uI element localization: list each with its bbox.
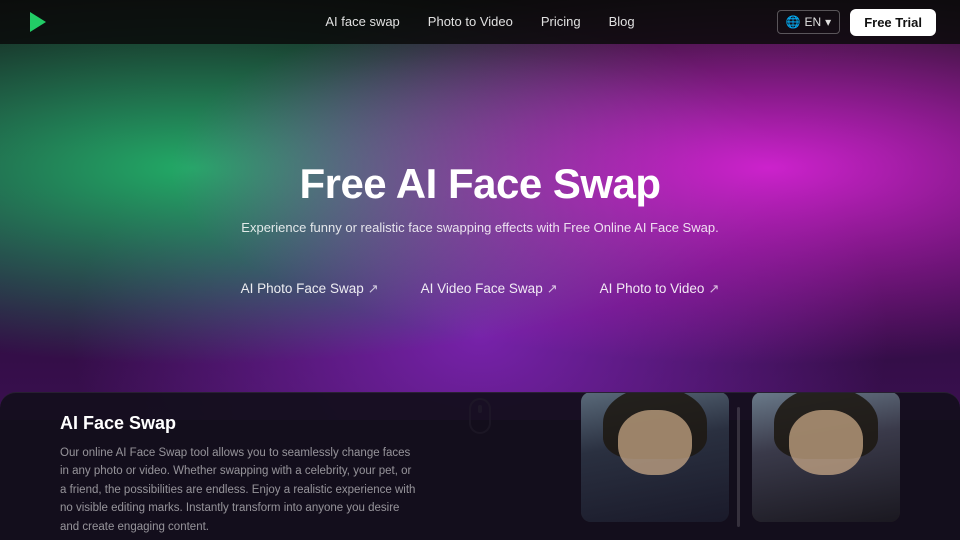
tab-video-face-swap[interactable]: AI Video Face Swap ↗	[403, 273, 576, 305]
panel-images	[440, 413, 900, 520]
nav-item-pricing[interactable]: Pricing	[541, 13, 581, 31]
hero-section: Free AI Face Swap Experience funny or re…	[0, 0, 960, 420]
panel-description: Our online AI Face Swap tool allows you …	[60, 444, 420, 536]
arrow-icon-1: ↗	[547, 281, 558, 297]
hero-subtitle: Experience funny or realistic face swapp…	[241, 220, 718, 235]
logo[interactable]	[24, 8, 52, 36]
nav-item-face-swap[interactable]: AI face swap	[325, 13, 399, 31]
nav-item-blog[interactable]: Blog	[609, 13, 635, 31]
free-trial-button[interactable]: Free Trial	[850, 9, 936, 36]
portrait-1	[581, 392, 729, 522]
portrait-2	[752, 392, 900, 522]
face-image-2	[752, 392, 900, 522]
arrow-icon-2: ↗	[708, 281, 719, 297]
nav-item-photo-to-video[interactable]: Photo to Video	[428, 13, 513, 31]
language-selector[interactable]: 🌐 EN ▾	[777, 10, 841, 34]
hero-title: Free AI Face Swap	[299, 160, 660, 208]
bottom-panel: AI Face Swap Our online AI Face Swap too…	[0, 392, 960, 540]
globe-icon: 🌐	[786, 15, 801, 29]
nav-right: 🌐 EN ▾ Free Trial	[777, 9, 936, 36]
navbar: AI face swap Photo to Video Pricing Blog…	[0, 0, 960, 44]
image-divider	[737, 407, 740, 527]
face-image-1	[581, 392, 729, 522]
tab-photo-face-swap[interactable]: AI Photo Face Swap ↗	[223, 273, 397, 305]
logo-icon	[24, 8, 52, 36]
tab-photo-to-video[interactable]: AI Photo to Video ↗	[582, 273, 738, 305]
hero-tabs: AI Photo Face Swap ↗ AI Video Face Swap …	[223, 273, 738, 305]
panel-text: AI Face Swap Our online AI Face Swap too…	[60, 413, 440, 540]
nav-links: AI face swap Photo to Video Pricing Blog	[325, 13, 634, 31]
panel-title: AI Face Swap	[60, 413, 420, 434]
arrow-icon-0: ↗	[368, 281, 379, 297]
chevron-down-icon: ▾	[825, 15, 831, 29]
